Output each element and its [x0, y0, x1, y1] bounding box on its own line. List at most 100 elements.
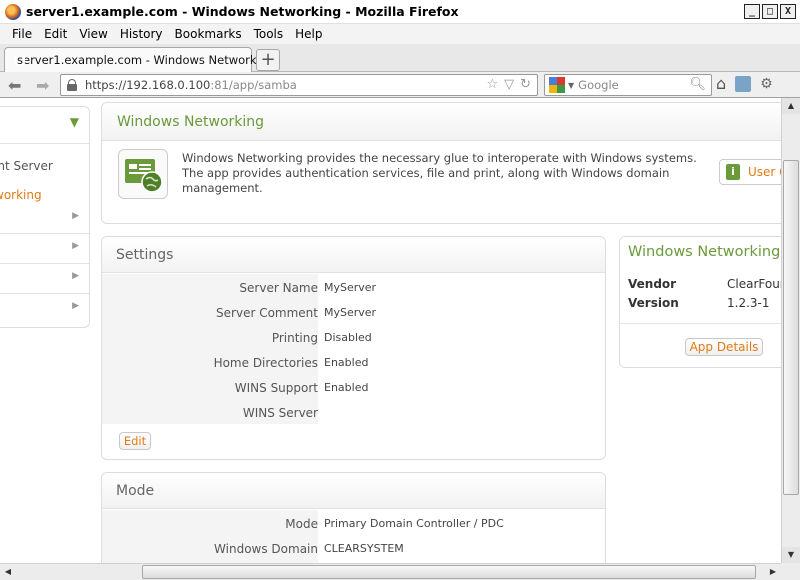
mode-row-windows-domain: Windows Domain CLEARSYSTEM [102, 536, 605, 561]
search-icon[interactable]: 🔍︎ [689, 77, 706, 92]
server-comment-value: MyServer [324, 306, 377, 319]
menu-help[interactable]: Help [289, 27, 328, 41]
wins-server-label: WINS Server [242, 406, 318, 420]
addon-icon[interactable] [735, 76, 752, 92]
url-bar[interactable]: https://192.168.0.100:81/app/samba ☆ ▽ ↻ [60, 74, 538, 96]
menu-edit[interactable]: Edit [38, 27, 73, 41]
window-title: server1.example.com - Windows Networking… [26, 4, 459, 19]
home-icon[interactable]: ⌂ [716, 76, 726, 92]
scroll-down-icon[interactable]: ▼ [782, 547, 800, 563]
forward-arrow-icon[interactable]: ➡ [36, 76, 49, 95]
lock-icon [67, 79, 77, 91]
page-viewport: ▼ int Server working ▶ ▶ ▶ ▶ Windows Net… [0, 98, 781, 563]
horizontal-scroll-thumb[interactable] [142, 565, 756, 579]
version-value: 1.2.3-1 [727, 296, 770, 310]
firefox-icon [5, 3, 21, 20]
back-arrow-icon[interactable]: ⬅ [8, 76, 21, 95]
scroll-right-icon[interactable]: ▶ [765, 564, 781, 580]
wins-support-label: WINS Support [234, 381, 318, 395]
search-input[interactable]: Google [578, 78, 619, 92]
mode-row-mode: Mode Primary Domain Controller / PDC [102, 511, 605, 536]
tab-windows-networking[interactable]: server1.example.com - Windows Networking [4, 47, 274, 72]
windows-domain-label: Windows Domain [214, 542, 318, 556]
divider [0, 293, 89, 294]
settings-row-wins-server: WINS Server [102, 400, 605, 425]
url-path: :81/app/samba [210, 78, 297, 92]
window-titlebar: server1.example.com - Windows Networking… [0, 0, 800, 24]
settings-title: Settings [102, 237, 605, 273]
scroll-up-icon[interactable]: ▲ [782, 98, 800, 114]
maximize-button[interactable]: □ [762, 4, 778, 19]
home-directories-label: Home Directories [213, 356, 318, 370]
menu-view[interactable]: View [73, 27, 113, 41]
app-info-panel: Windows Networking Vendor ClearFour Vers… [619, 236, 781, 368]
menu-bookmarks[interactable]: Bookmarks [169, 27, 248, 41]
wins-support-value: Enabled [324, 381, 369, 394]
intro-panel: Windows Networking Windows Networking pr… [101, 102, 781, 224]
collapse-arrow-icon[interactable]: ▼ [70, 115, 79, 129]
mode-panel: Mode Mode Primary Domain Controller / PD… [101, 472, 606, 563]
windows-networking-app-icon [118, 149, 168, 199]
version-label: Version [628, 296, 679, 310]
settings-row-printing: Printing Disabled [102, 325, 605, 350]
dropdown-arrow-icon[interactable]: ▽ [504, 77, 514, 92]
vendor-label: Vendor [628, 277, 677, 291]
settings-row-server-comment: Server Comment MyServer [102, 300, 605, 325]
divider [620, 323, 781, 324]
printing-label: Printing [271, 331, 318, 345]
server-name-value: MyServer [324, 281, 377, 294]
expand-arrow-icon[interactable]: ▶ [72, 301, 79, 311]
bookmark-star-icon[interactable]: ☆ [486, 77, 498, 92]
search-engine-dropdown-icon[interactable]: ▼ [568, 81, 574, 90]
minimize-button[interactable]: _ [744, 4, 760, 19]
horizontal-scrollbar[interactable]: ◀ ▶ [0, 563, 781, 580]
app-details-button[interactable]: App Details [685, 338, 763, 356]
server-comment-label: Server Comment [216, 306, 318, 320]
mode-value: Primary Domain Controller / PDC [324, 517, 504, 530]
left-navigation: ▼ int Server working ▶ ▶ ▶ ▶ [0, 106, 90, 328]
menu-tools[interactable]: Tools [248, 27, 290, 41]
user-guide-label: User G [748, 165, 781, 179]
google-icon[interactable] [549, 77, 565, 93]
divider [0, 233, 89, 234]
url-host: https://192.168.0.100 [85, 78, 211, 92]
intro-title: Windows Networking [102, 103, 781, 141]
info-icon: i [726, 164, 740, 180]
sidebar-item-print-server[interactable]: int Server [0, 159, 53, 173]
vendor-value: ClearFour [727, 277, 781, 291]
scroll-left-icon[interactable]: ◀ [0, 564, 16, 580]
expand-arrow-icon[interactable]: ▶ [72, 241, 79, 251]
user-guide-button[interactable]: i User G [719, 159, 781, 185]
app-info-title: Windows Networking [620, 237, 781, 267]
divider [0, 143, 89, 144]
tab-bar: server1.example.com - Windows Networking… [0, 44, 800, 72]
tools-icon[interactable]: ⚙ [760, 76, 773, 92]
printing-value: Disabled [324, 331, 372, 344]
vertical-scrollbar[interactable]: ▲ ▼ [781, 98, 800, 563]
settings-row-home-directories: Home Directories Enabled [102, 350, 605, 375]
settings-panel: Settings Server Name MyServer Server Com… [101, 236, 606, 460]
menu-file[interactable]: File [6, 27, 38, 41]
new-tab-button[interactable]: + [256, 49, 280, 71]
divider [0, 263, 89, 264]
search-bar[interactable]: ▼ Google 🔍︎ [544, 74, 712, 96]
sidebar-item-windows-networking[interactable]: working [0, 188, 42, 202]
edit-button[interactable]: Edit [119, 432, 151, 450]
menu-history[interactable]: History [114, 27, 169, 41]
reload-icon[interactable]: ↻ [520, 77, 531, 92]
expand-arrow-icon[interactable]: ▶ [72, 211, 79, 221]
expand-arrow-icon[interactable]: ▶ [72, 271, 79, 281]
vertical-scroll-thumb[interactable] [783, 160, 799, 495]
home-directories-value: Enabled [324, 356, 369, 369]
server-name-label: Server Name [239, 281, 318, 295]
mode-title: Mode [102, 473, 605, 509]
settings-row-wins-support: WINS Support Enabled [102, 375, 605, 400]
navigation-bar: ⬅ ➡ https://192.168.0.100:81/app/samba ☆… [0, 72, 800, 98]
intro-description: Windows Networking provides the necessar… [182, 151, 697, 195]
windows-domain-value: CLEARSYSTEM [324, 542, 404, 555]
scrollbar-corner [781, 563, 800, 580]
menu-bar: File Edit View History Bookmarks Tools H… [0, 24, 800, 44]
mode-label: Mode [285, 517, 318, 531]
close-button[interactable]: X [780, 4, 796, 19]
settings-row-server-name: Server Name MyServer [102, 275, 605, 300]
